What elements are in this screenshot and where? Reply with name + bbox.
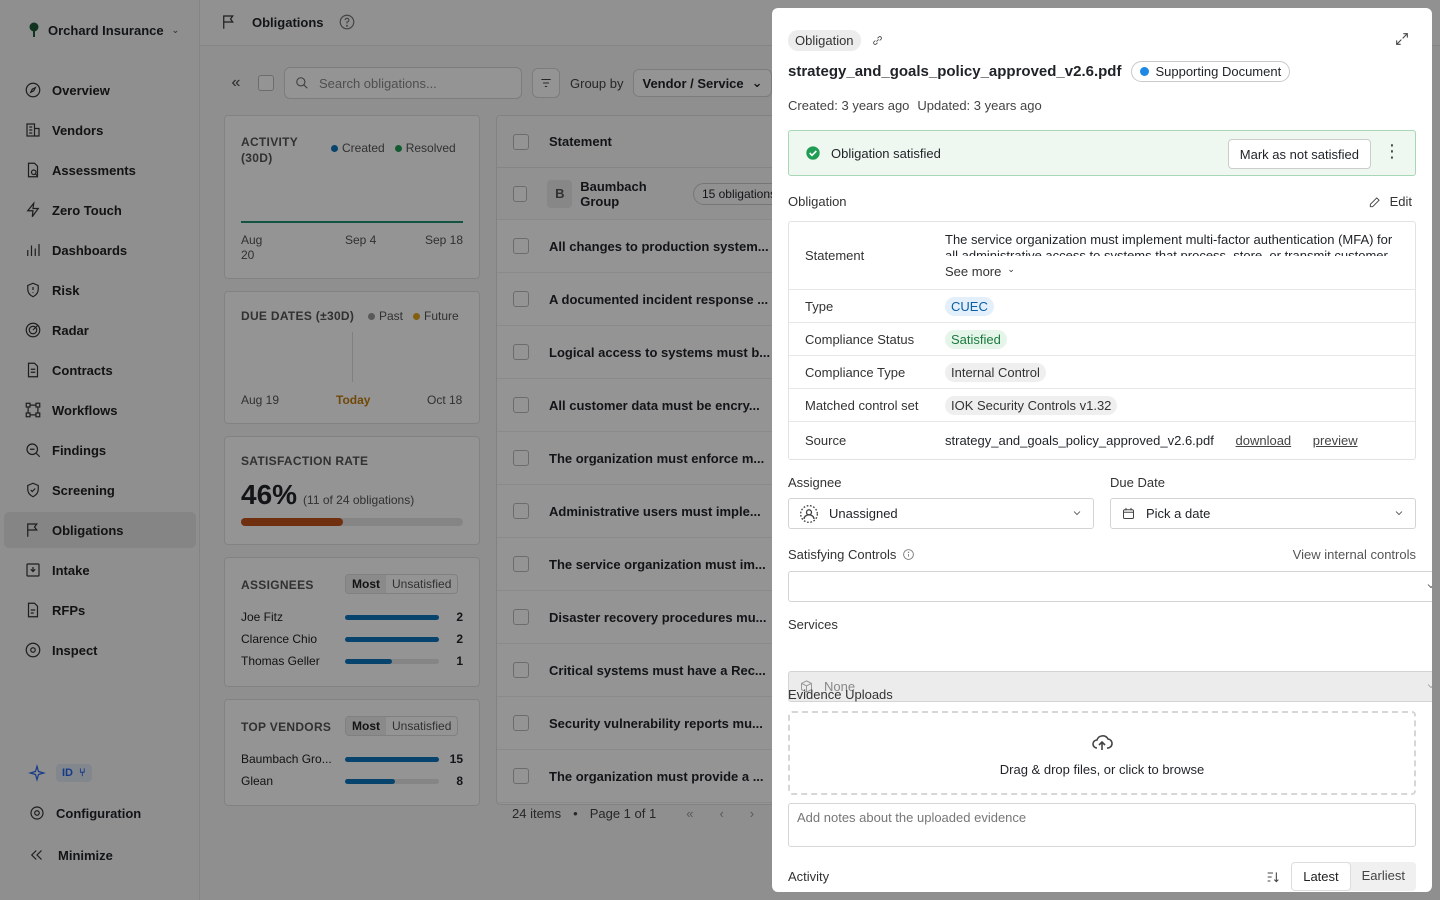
view-internal-controls-link[interactable]: View internal controls <box>1293 547 1416 562</box>
compliance-type-row: Compliance Type Internal Control <box>789 356 1415 389</box>
services-label: Services <box>788 617 838 632</box>
updated-time: Updated: 3 years ago <box>917 98 1042 113</box>
sort-latest-tab[interactable]: Latest <box>1291 862 1351 891</box>
satisfying-controls-title: Satisfying Controls <box>788 547 915 562</box>
calendar-icon <box>1123 507 1134 519</box>
matched-control-set-label: Matched control set <box>805 397 919 413</box>
more-options-icon[interactable]: ⋮ <box>1383 141 1401 162</box>
edit-label: Edit <box>1389 194 1412 209</box>
activity-sort-controls: Latest Earliest <box>1265 862 1416 891</box>
obligation-section-title: Obligation <box>788 194 847 209</box>
type-label: Type <box>805 298 834 314</box>
cloud-upload-icon <box>1092 734 1113 750</box>
obligation-drawer: Obligation strategy_and_goals_policy_app… <box>772 8 1432 892</box>
evidence-uploads-label: Evidence Uploads <box>788 687 893 702</box>
chevron-down-icon <box>1395 511 1403 516</box>
supporting-document-badge: Supporting Document <box>1131 61 1291 82</box>
due-date-picker[interactable]: Pick a date <box>1110 498 1416 529</box>
assignee-field: Assignee Unassigned <box>788 475 1094 529</box>
preview-link[interactable]: preview <box>1313 433 1358 448</box>
edit-button[interactable]: Edit <box>1368 194 1412 209</box>
evidence-notes-input[interactable]: Add notes about the uploaded evidence <box>788 803 1416 847</box>
title-row: strategy_and_goals_policy_approved_v2.6.… <box>788 61 1416 82</box>
matched-control-set-chip: IOK Security Controls v1.32 <box>945 395 1118 415</box>
see-more-button[interactable]: See more ⌄ <box>945 264 1399 279</box>
compliance-type-label: Compliance Type <box>805 364 906 380</box>
assignee-value: Unassigned <box>829 506 898 521</box>
compliance-status-row: Compliance Status Satisfied <box>789 323 1415 356</box>
badge-label: Supporting Document <box>1155 64 1282 79</box>
due-date-label: Due Date <box>1110 475 1165 490</box>
link-icon[interactable] <box>871 34 884 47</box>
activity-label: Activity <box>788 869 830 884</box>
satisfying-controls-header: Satisfying Controls View internal contro… <box>788 547 1416 562</box>
chevron-down-icon <box>1073 511 1081 516</box>
notes-placeholder: Add notes about the uploaded evidence <box>797 810 1027 825</box>
drawer-header: Obligation <box>788 30 1416 51</box>
see-more-label: See more <box>945 264 1002 279</box>
source-label: Source <box>805 433 847 448</box>
activity-header: Activity Latest Earliest <box>788 862 1416 891</box>
matched-control-set-row: Matched control set IOK Security Control… <box>789 389 1415 422</box>
type-row: Type CUEC <box>789 290 1415 323</box>
sort-earliest-tab[interactable]: Earliest <box>1351 862 1416 891</box>
check-circle-icon <box>806 146 820 160</box>
type-chip: CUEC <box>945 296 994 316</box>
chevron-down-icon <box>1427 684 1432 689</box>
assignee-select[interactable]: Unassigned <box>788 498 1094 529</box>
file-name: strategy_and_goals_policy_approved_v2.6.… <box>788 63 1122 80</box>
chevron-down-icon <box>1427 584 1432 589</box>
assignee-label: Assignee <box>788 475 842 490</box>
satisfying-controls-label: Satisfying Controls <box>788 547 897 562</box>
source-row: Source strategy_and_goals_policy_approve… <box>789 422 1415 459</box>
pencil-icon <box>1369 196 1380 207</box>
source-file: strategy_and_goals_policy_approved_v2.6.… <box>945 433 1214 448</box>
sort-icon[interactable] <box>1265 869 1281 885</box>
due-date-field: Due Date Pick a date <box>1110 475 1416 529</box>
compliance-status-chip: Satisfied <box>945 329 1007 349</box>
due-date-placeholder: Pick a date <box>1146 506 1211 521</box>
satisfied-banner: Obligation satisfied Mark as not satisfi… <box>788 130 1416 176</box>
statement-label: Statement <box>805 248 865 263</box>
statement-row: Statement The service organization must … <box>789 222 1415 290</box>
created-time: Created: 3 years ago <box>788 98 910 113</box>
timestamps: Created: 3 years ago Updated: 3 years ag… <box>788 98 1416 113</box>
obligation-section-header: Obligation Edit <box>788 194 1416 209</box>
obligation-tag: Obligation <box>788 30 861 51</box>
status-text: Obligation satisfied <box>831 145 941 161</box>
evidence-dropzone[interactable]: Drag & drop files, or click to browse <box>788 711 1416 795</box>
chevron-down-icon: ⌄ <box>1007 264 1015 274</box>
user-icon <box>800 504 818 523</box>
info-icon[interactable] <box>902 548 915 561</box>
compliance-status-label: Compliance Status <box>805 331 915 347</box>
assignee-due-row: Assignee Unassigned Due Date Pick a date <box>788 475 1416 529</box>
activity-sort-toggle: Latest Earliest <box>1291 862 1416 891</box>
satisfying-controls-select[interactable] <box>788 571 1432 602</box>
blue-dot-icon <box>1140 67 1150 76</box>
compliance-type-chip: Internal Control <box>945 362 1046 382</box>
obligation-fields: Statement The service organization must … <box>788 221 1416 460</box>
mark-not-satisfied-button[interactable]: Mark as not satisfied <box>1227 139 1371 169</box>
dropzone-text: Drag & drop files, or click to browse <box>999 761 1205 777</box>
download-link[interactable]: download <box>1236 433 1292 448</box>
statement-value: The service organization must implement … <box>945 232 1415 279</box>
expand-icon[interactable] <box>1394 31 1410 47</box>
statement-text: The service organization must implement … <box>945 232 1393 256</box>
